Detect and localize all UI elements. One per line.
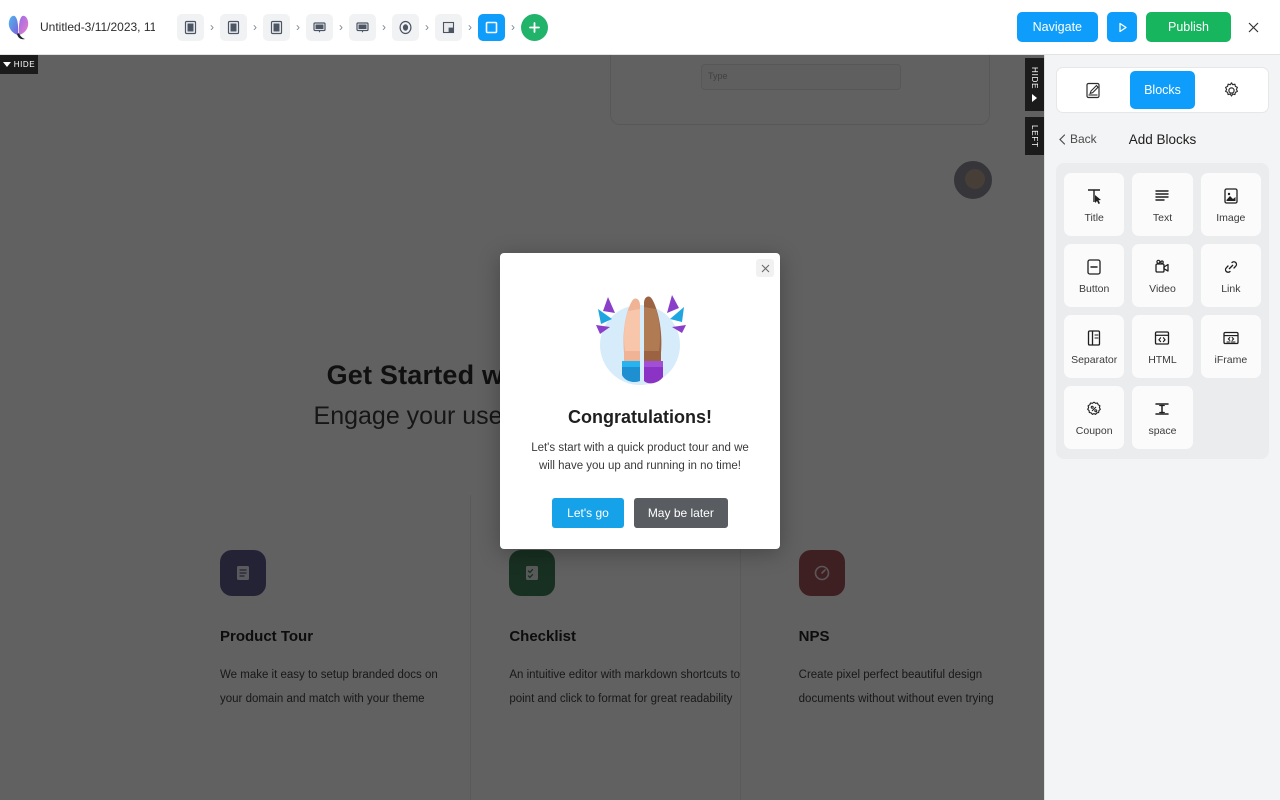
block-label: iFrame	[1214, 353, 1248, 366]
pencil-document-icon	[1086, 82, 1100, 98]
right-edge-tabs: HIDE LEFT	[1025, 58, 1044, 155]
step-chevron-icon: ›	[339, 20, 343, 34]
iframe-code-icon	[1223, 331, 1239, 344]
block-title[interactable]: Title	[1064, 173, 1125, 236]
step-thumb-3[interactable]	[263, 13, 290, 41]
video-camera-icon	[1155, 259, 1170, 273]
close-icon	[761, 264, 769, 272]
block-button[interactable]: Button	[1064, 244, 1125, 307]
blocks-grid: Title Text Image Button Video Link Separ…	[1056, 163, 1269, 459]
step-chevron-icon: ›	[382, 20, 386, 34]
link-icon	[1224, 260, 1237, 273]
tab-settings[interactable]	[1199, 71, 1264, 109]
modal-subtitle: Let's start with a quick product tour an…	[531, 442, 749, 472]
step-chevron-icon: ›	[210, 20, 214, 34]
gear-icon	[1225, 81, 1238, 97]
chevron-left-icon	[1059, 133, 1066, 145]
topbar-actions: Navigate Publish	[1016, 12, 1280, 42]
back-label: Back	[1070, 132, 1097, 146]
close-icon	[1248, 22, 1258, 32]
step-thumb-4[interactable]	[306, 13, 333, 41]
step-strip: › › › › › › › ›	[177, 13, 548, 41]
right-panel: Blocks Back Add Blocks Title Text Image …	[1044, 55, 1280, 800]
block-label: space	[1148, 424, 1177, 437]
separator-icon	[1088, 329, 1101, 346]
maybe-later-button[interactable]: May be later	[633, 497, 728, 528]
play-icon	[1118, 22, 1127, 32]
step-chevron-icon: ›	[425, 20, 429, 34]
triangle-down-icon	[2, 62, 11, 67]
block-html[interactable]: HTML	[1132, 315, 1193, 378]
add-step-button[interactable]	[521, 13, 548, 41]
block-text[interactable]: Text	[1132, 173, 1193, 236]
block-label: Coupon	[1075, 424, 1113, 437]
lets-go-button[interactable]: Let's go	[552, 497, 624, 528]
left-hide-label: HIDE	[13, 60, 36, 69]
step-thumb-7[interactable]	[435, 13, 462, 41]
image-icon	[1224, 187, 1238, 204]
block-label: HTML	[1148, 353, 1177, 366]
html-code-icon	[1155, 330, 1170, 345]
panel-header: Back Add Blocks	[1058, 129, 1267, 149]
step-thumb-1[interactable]	[177, 13, 204, 41]
tab-design[interactable]	[1061, 71, 1126, 109]
left-hide-tab[interactable]: HIDE	[0, 55, 38, 74]
block-iframe[interactable]: iFrame	[1200, 315, 1261, 378]
title-cursor-icon	[1088, 188, 1102, 204]
right-hide-label: HIDE	[1030, 67, 1039, 90]
block-label: Image	[1216, 211, 1246, 224]
modal-actions: Let's go May be later	[552, 497, 728, 528]
block-label: Button	[1078, 282, 1110, 295]
congratulations-dialog: Congratulations! Let's start with a quic…	[500, 253, 780, 549]
modal-title: Congratulations!	[568, 407, 712, 427]
step-chevron-icon: ›	[511, 20, 515, 34]
block-label: Video	[1149, 282, 1176, 295]
block-space[interactable]: space	[1132, 386, 1193, 449]
block-link[interactable]: Link	[1200, 244, 1261, 307]
right-hide-tab[interactable]: HIDE	[1025, 58, 1044, 111]
step-chevron-icon: ›	[296, 20, 300, 34]
vertical-space-icon	[1155, 402, 1170, 415]
block-label: Title	[1084, 211, 1104, 224]
step-chevron-icon: ›	[253, 20, 257, 34]
step-thumb-8-selected[interactable]	[478, 13, 505, 41]
top-toolbar: Untitled-3/11/2023, 11:0 › › › › › › › ›…	[0, 0, 1280, 55]
step-chevron-icon: ›	[468, 20, 472, 34]
tab-blocks[interactable]: Blocks	[1130, 71, 1195, 109]
block-image[interactable]: Image	[1200, 173, 1261, 236]
step-thumb-5[interactable]	[349, 13, 376, 41]
preview-play-button[interactable]	[1107, 12, 1137, 42]
step-thumb-6[interactable]	[392, 13, 419, 41]
navigate-button[interactable]: Navigate	[1016, 12, 1098, 42]
button-icon	[1087, 258, 1101, 275]
text-lines-icon	[1155, 189, 1170, 201]
panel-tab-bar: Blocks	[1056, 67, 1269, 113]
coupon-percent-icon	[1087, 401, 1102, 415]
right-left-tab[interactable]: LEFT	[1025, 117, 1044, 155]
block-label: Link	[1221, 282, 1241, 295]
triangle-right-icon	[1032, 93, 1037, 102]
step-thumb-2[interactable]	[220, 13, 247, 41]
block-label: Separator	[1071, 353, 1118, 366]
modal-close-button[interactable]	[756, 259, 774, 277]
app-logo[interactable]	[0, 0, 38, 55]
document-title[interactable]: Untitled-3/11/2023, 11:0	[40, 20, 155, 34]
block-video[interactable]: Video	[1132, 244, 1193, 307]
clapping-hands-illustration	[596, 295, 686, 385]
block-coupon[interactable]: Coupon	[1064, 386, 1125, 449]
block-label: Text	[1152, 211, 1173, 224]
block-separator[interactable]: Separator	[1064, 315, 1125, 378]
publish-button[interactable]: Publish	[1146, 12, 1231, 42]
butterfly-logo-icon	[8, 15, 29, 40]
close-editor-button[interactable]	[1240, 14, 1266, 40]
back-button[interactable]: Back	[1058, 132, 1097, 146]
right-left-label: LEFT	[1030, 124, 1039, 148]
